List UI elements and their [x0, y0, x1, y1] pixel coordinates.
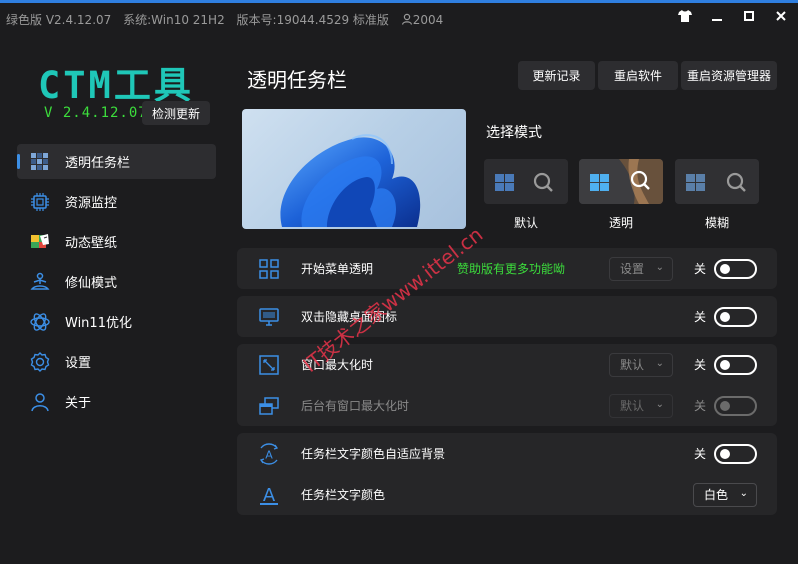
start-menu-panel: 开始菜单透明 赞助版有更多功能呦 设置 ⌄ 关 [237, 248, 777, 289]
user-count-value: 2004 [412, 13, 444, 27]
text-color-panel: A 任务栏文字颜色自适应背景 关 A 任务栏文字颜色 白色 ⌄ [237, 433, 777, 515]
sidebar: CTM工具 V 2.4.12.07 检测更新 透明任务栏 资源监控 动态壁纸 修… [0, 33, 228, 564]
hide-icons-row: 双击隐藏桌面图标 关 [237, 296, 777, 337]
sidebar-item-about[interactable]: 关于 [17, 384, 216, 419]
text-adapt-row: A 任务栏文字颜色自适应背景 关 [237, 433, 777, 474]
bg-maximize-row: 后台有窗口最大化时 默认 ⌄ 关 [237, 385, 777, 426]
sidebar-nav: 透明任务栏 资源监控 动态壁纸 修仙模式 Win11优化 设置 关于 [17, 144, 216, 424]
svg-text:A: A [265, 448, 273, 461]
cpu-icon [29, 191, 51, 213]
changelog-button[interactable]: 更新记录 [518, 61, 595, 90]
select-value: 默认 [620, 399, 645, 413]
mode-option-transparent[interactable] [579, 159, 663, 204]
auto-text-icon: A [257, 442, 281, 466]
start-menu-row: 开始菜单透明 赞助版有更多功能呦 设置 ⌄ 关 [237, 248, 777, 289]
sidebar-item-resource-monitor[interactable]: 资源监控 [17, 184, 216, 219]
grid-icon [257, 257, 281, 281]
user-icon [29, 391, 51, 413]
monitor-icon [257, 305, 281, 329]
start-menu-state: 关 [694, 262, 707, 276]
text-color-row: A 任务栏文字颜色 白色 ⌄ [237, 474, 777, 515]
start-menu-toggle[interactable] [714, 258, 757, 279]
font-color-icon: A [257, 483, 281, 507]
chevron-down-icon: ⌄ [655, 398, 664, 410]
atom-icon [29, 311, 51, 333]
select-value: 设置 [620, 262, 645, 276]
text-adapt-label: 任务栏文字颜色自适应背景 [301, 447, 446, 461]
mode-name-blur: 模糊 [704, 216, 729, 230]
sidebar-item-label: 透明任务栏 [65, 156, 131, 171]
restart-app-button[interactable]: 重启软件 [598, 61, 678, 90]
text-adapt-state: 关 [694, 447, 707, 461]
meditate-icon [29, 271, 51, 293]
sidebar-item-win11-optimize[interactable]: Win11优化 [17, 304, 216, 339]
close-button[interactable] [774, 9, 788, 23]
select-value: 默认 [620, 358, 645, 372]
sidebar-item-label: 资源监控 [65, 196, 118, 211]
sidebar-item-transparent-taskbar[interactable]: 透明任务栏 [17, 144, 216, 179]
mode-option-blur[interactable] [675, 159, 759, 204]
user-count-icon [401, 13, 412, 25]
sponsor-promo-text: 赞助版有更多功能呦 [457, 262, 566, 276]
taskbar-icon [29, 151, 51, 173]
sidebar-item-meditation-mode[interactable]: 修仙模式 [17, 264, 216, 299]
hide-icons-toggle[interactable] [714, 306, 757, 327]
text-adapt-toggle[interactable] [714, 443, 757, 464]
taskbar-preview-image [242, 109, 466, 229]
svg-text:A: A [263, 485, 276, 506]
wallpaper-icon [29, 231, 51, 253]
title-bar: 绿色版 V2.4.12.07 系统:Win10 21H2 版本号:19044.4… [0, 3, 798, 33]
mode-name-default: 默认 [513, 216, 538, 230]
maximize-state: 关 [694, 358, 707, 372]
sidebar-item-label: 动态壁纸 [65, 236, 118, 251]
restart-explorer-button[interactable]: 重启资源管理器 [681, 61, 777, 90]
bg-maximize-toggle[interactable] [714, 395, 757, 416]
sidebar-item-settings[interactable]: 设置 [17, 344, 216, 379]
build-text: 版本号:19044.4529 标准版 [236, 13, 389, 27]
version-label: V 2.4.12.07 [44, 105, 148, 121]
bg-maximize-state: 关 [694, 399, 707, 413]
text-color-label: 任务栏文字颜色 [301, 488, 386, 502]
start-menu-label: 开始菜单透明 [301, 262, 374, 276]
bg-maximize-label: 后台有窗口最大化时 [301, 399, 410, 413]
windows-stack-icon [257, 394, 281, 418]
hide-icons-panel: 双击隐藏桌面图标 关 [237, 296, 777, 337]
system-info: 绿色版 V2.4.12.07 系统:Win10 21H2 版本号:19044.4… [6, 11, 459, 28]
maximize-button[interactable] [742, 9, 756, 23]
minimize-button[interactable] [710, 9, 724, 23]
mode-label: 选择模式 [486, 125, 542, 141]
maximize-toggle[interactable] [714, 354, 757, 375]
mode-option-default[interactable] [484, 159, 568, 204]
header-actions: 更新记录 重启软件 重启资源管理器 [518, 61, 777, 90]
skin-icon[interactable] [678, 9, 692, 23]
mode-name-transparent: 透明 [608, 216, 633, 230]
chevron-down-icon: ⌄ [655, 261, 664, 273]
sidebar-item-label: 设置 [65, 356, 92, 371]
chevron-down-icon: ⌄ [655, 357, 664, 369]
start-menu-settings-select[interactable]: 设置 ⌄ [609, 256, 673, 281]
select-value: 白色 [704, 488, 729, 502]
gear-icon [29, 351, 51, 373]
user-count: 2004 [401, 13, 452, 27]
expand-icon [257, 353, 281, 377]
chevron-down-icon: ⌄ [739, 487, 748, 499]
sidebar-item-label: Win11优化 [65, 316, 132, 331]
hide-icons-state: 关 [694, 310, 707, 324]
sidebar-item-label: 修仙模式 [65, 276, 118, 291]
maximize-mode-select[interactable]: 默认 ⌄ [609, 352, 673, 377]
bg-maximize-mode-select[interactable]: 默认 ⌄ [609, 393, 673, 418]
sidebar-item-dynamic-wallpaper[interactable]: 动态壁纸 [17, 224, 216, 259]
sidebar-item-label: 关于 [65, 396, 92, 411]
check-update-button[interactable]: 检测更新 [142, 101, 210, 125]
edition-text: 绿色版 V2.4.12.07 [6, 13, 112, 27]
system-text: 系统:Win10 21H2 [123, 13, 225, 27]
page-title: 透明任务栏 [247, 68, 347, 92]
text-color-select[interactable]: 白色 ⌄ [693, 482, 757, 507]
